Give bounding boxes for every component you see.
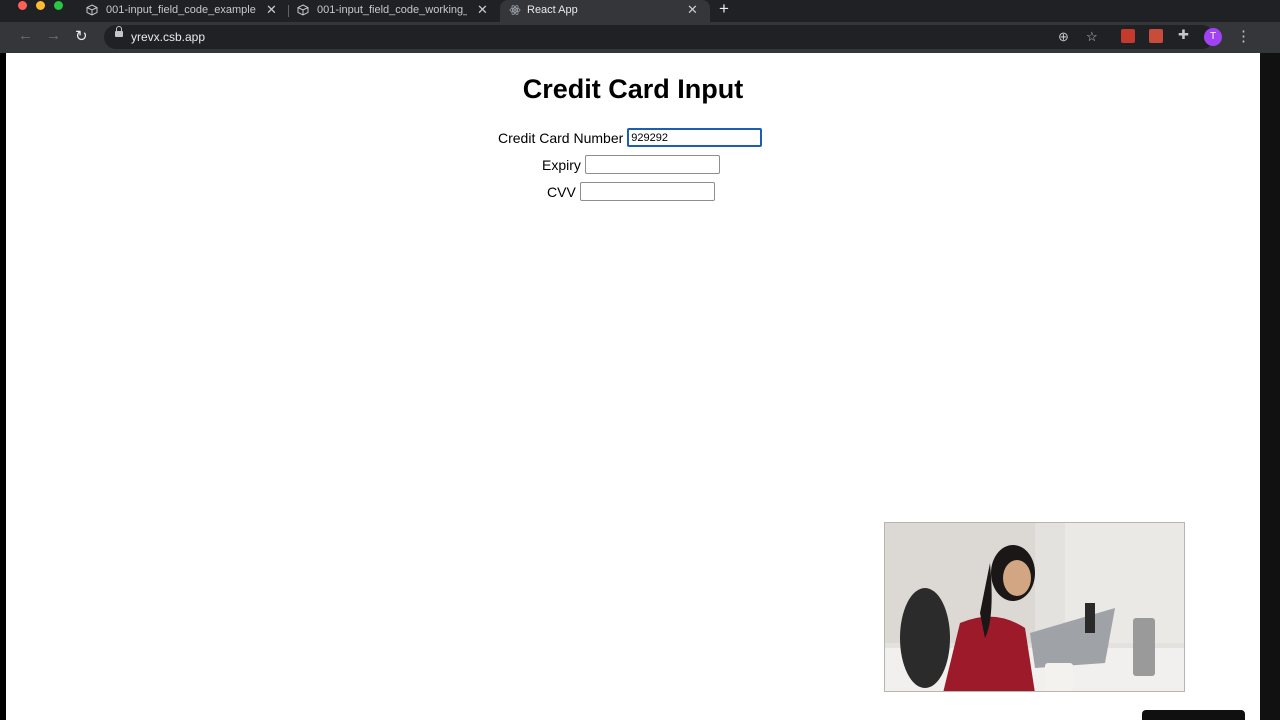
avatar[interactable]: T — [1204, 28, 1222, 46]
kebab-icon[interactable]: ⋮ — [1236, 27, 1251, 45]
new-tab-plus-icon[interactable]: + — [719, 0, 729, 19]
tab-label: 001-input_field_code_example — [106, 4, 256, 16]
minimize-window-button[interactable] — [36, 1, 45, 10]
url-text[interactable]: yrevx.csb.app — [131, 30, 205, 44]
star-icon[interactable]: ☆ — [1086, 29, 1098, 45]
lastpass-extension-icon[interactable] — [1121, 29, 1135, 43]
expiry-label: Expiry — [542, 156, 581, 173]
puzzle-icon[interactable]: ✚ — [1178, 27, 1189, 43]
tab-strip: 001-input_field_code_example ✕ 001-input… — [0, 0, 1280, 22]
tab-separator — [288, 5, 289, 17]
react-icon — [509, 5, 521, 15]
expiry-input[interactable] — [584, 155, 720, 174]
tab-react-app[interactable]: React App ✕ — [500, 0, 710, 22]
maximize-window-button[interactable] — [54, 1, 63, 10]
card-number-value: 929292 — [631, 132, 668, 144]
close-icon[interactable]: ✕ — [477, 2, 488, 18]
tab-input-field-working[interactable]: 001-input_field_code_working_ ✕ — [297, 0, 497, 22]
tab-input-field-example[interactable]: 001-input_field_code_example ✕ — [86, 0, 286, 22]
arrow-right-icon[interactable]: → — [46, 27, 61, 44]
cvv-row: CVV — [547, 182, 715, 201]
reload-icon[interactable]: ↻ — [75, 27, 88, 45]
install-icon[interactable]: ⊕ — [1058, 29, 1069, 45]
cvv-input[interactable] — [579, 182, 715, 201]
expiry-row: Expiry — [542, 155, 720, 174]
extension-red-icon[interactable] — [1149, 29, 1163, 43]
tab-label: 001-input_field_code_working_ — [317, 4, 467, 16]
desktop-edge — [1260, 53, 1280, 720]
browser-toolbar: ← → ↻ yrevx.csb.app ⊕ ☆ ✚ T ⋮ — [0, 22, 1280, 53]
close-icon[interactable]: ✕ — [687, 2, 698, 18]
overlay-button[interactable] — [1142, 710, 1245, 720]
codesandbox-icon — [297, 4, 309, 16]
address-bar[interactable]: yrevx.csb.app ⊕ ☆ — [104, 25, 1214, 49]
card-number-input[interactable]: 929292 — [627, 128, 763, 147]
close-icon[interactable]: ✕ — [266, 2, 277, 18]
lock-icon[interactable] — [115, 26, 123, 37]
card-number-label: Credit Card Number — [498, 129, 624, 146]
cvv-label: CVV — [547, 183, 576, 200]
presenter-image — [885, 523, 1184, 691]
tab-label: React App — [527, 4, 578, 16]
page-title: Credit Card Input — [522, 74, 744, 104]
webcam-video — [884, 522, 1185, 692]
card-number-row: Credit Card Number 929292 — [498, 128, 763, 147]
arrow-left-icon[interactable]: ← — [18, 27, 33, 44]
close-window-button[interactable] — [18, 1, 27, 10]
codesandbox-icon — [86, 4, 98, 16]
